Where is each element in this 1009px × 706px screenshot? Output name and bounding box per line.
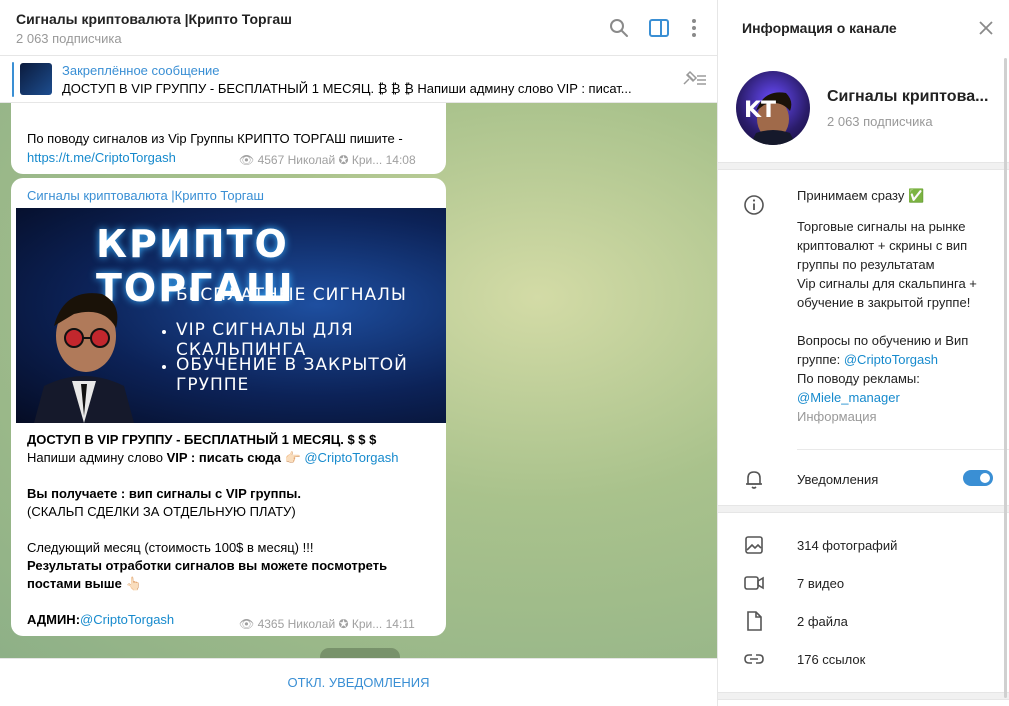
desc-label: Информация [797, 409, 877, 424]
media-photos[interactable]: 314 фотографий [797, 538, 897, 553]
message-meta: 👁 4365 Николай ✪ Кри... 14:11 [239, 617, 415, 631]
desc-link[interactable]: @Miele_manager [797, 388, 997, 407]
pinned-bar [12, 62, 14, 97]
bullet-icon [162, 365, 166, 369]
channel-avatar[interactable]: KT [736, 71, 810, 145]
message-text: По поводу сигналов из Vip Группы КРИПТО … [27, 131, 403, 146]
notifications-label: Уведомления [797, 472, 879, 487]
sidebar-toggle-icon[interactable] [647, 16, 671, 40]
channel-description: Принимаем сразу ✅ Торговые сигналы на ры… [797, 186, 997, 426]
views-icon: 👁 [239, 153, 255, 167]
channel-name: Сигналы криптова... [827, 88, 989, 105]
mute-notifications-button[interactable]: ОТКЛ. УВЕДОМЛЕНИЯ [0, 658, 717, 706]
pinned-label: Закреплённое сообщение [62, 63, 220, 78]
more-menu-icon[interactable] [682, 16, 706, 40]
banner-line: VIP СИГНАЛЫ ДЛЯ СКАЛЬПИНГА [176, 320, 354, 360]
message-time: 14:11 [385, 617, 415, 631]
message-bubble[interactable]: Сигналы криптовалюта |Крипто Торгаш КРИП… [11, 178, 446, 636]
message-line: ДОСТУП В VIP ГРУППУ - БЕСПЛАТНЫЙ 1 МЕСЯЦ… [27, 432, 377, 447]
media-videos[interactable]: 7 видео [797, 576, 844, 591]
message-line: Напиши админу слово VIP : писать сюда 👉🏻… [27, 450, 399, 465]
message-line: (СКАЛЬП СДЕЛКИ ЗА ОТДЕЛЬНУЮ ПЛАТУ) [27, 504, 296, 519]
pinned-thumbnail [20, 63, 52, 95]
admin-link[interactable]: @CriptoTorgash [80, 612, 174, 627]
desc-line: По поводу рекламы: [797, 371, 920, 386]
message-author: Николай ✪ Кри... [287, 153, 383, 167]
message-line: Следующий месяц (стоимость 100$ в месяц)… [27, 540, 314, 555]
desc-line: Vip сигналы для скальпинга + обучение в … [797, 276, 977, 310]
desc-link[interactable]: @CriptoTorgash [844, 352, 938, 367]
channel-author[interactable]: Сигналы криптовалюта |Крипто Торгаш [27, 188, 264, 203]
message-line: Вы получаете : вип сигналы с VIP группы. [27, 486, 302, 501]
message-link[interactable]: https://t.me/CriptoTorgash [27, 150, 176, 165]
media-links[interactable]: 176 ссылок [797, 652, 865, 667]
message-time: 14:08 [385, 153, 416, 167]
message-line: Результаты отработки сигналов вы можете … [27, 558, 388, 591]
message-bubble[interactable]: По поводу сигналов из Vip Группы КРИПТО … [11, 103, 446, 174]
view-count: 4365 [257, 617, 285, 631]
banner-line: БЕСПЛАТНЫЕ СИГНАЛЫ [176, 285, 407, 305]
date-pill [320, 648, 400, 658]
media-files[interactable]: 2 файла [797, 614, 848, 629]
promo-banner-image[interactable]: КРИПТО ТОРГАШ БЕСПЛАТНЫЕ СИГНАЛЫ VIP СИГ… [16, 208, 446, 423]
chat-header[interactable]: Сигналы криптовалюта |Крипто Торгаш 2 06… [0, 0, 717, 56]
info-icon [744, 195, 764, 215]
avatar-illustration: KT [744, 92, 796, 145]
channel-info-panel: Информация о канале KT Сигналы криптова.… [718, 0, 1009, 706]
chat-subscribers: 2 063 подписчика [16, 31, 122, 46]
message-area[interactable]: По поводу сигналов из Vip Группы КРИПТО … [0, 103, 717, 658]
section-separator [718, 692, 1009, 700]
pin-list-icon[interactable] [680, 70, 708, 90]
search-icon[interactable] [607, 16, 631, 40]
pinned-text: ДОСТУП В VIP ГРУППУ - БЕСПЛАТНЫЙ 1 МЕСЯЦ… [62, 81, 632, 96]
bullet-icon [162, 330, 166, 334]
section-separator [718, 505, 1009, 513]
views-icon: 👁 [239, 617, 255, 631]
admin-link[interactable]: @CriptoTorgash [304, 450, 398, 465]
link-icon [744, 654, 764, 664]
photo-icon [745, 536, 763, 554]
info-title: Информация о канале [742, 20, 897, 36]
message-author: Николай ✪ Кри... [287, 617, 383, 631]
bullet-icon [162, 295, 166, 299]
view-count: 4567 [257, 153, 285, 167]
chat-title[interactable]: Сигналы криптовалюта |Крипто Торгаш [16, 11, 292, 27]
divider [797, 449, 1009, 450]
file-icon [747, 611, 762, 631]
chat-panel: Сигналы криптовалюта |Крипто Торгаш 2 06… [0, 0, 717, 706]
bell-icon [746, 471, 762, 489]
close-icon[interactable] [976, 18, 996, 38]
message-meta: 👁 4567 Николай ✪ Кри... 14:08 [239, 153, 416, 167]
info-scrollbar[interactable] [1004, 58, 1007, 698]
message-body: ДОСТУП В VIP ГРУППУ - БЕСПЛАТНЫЙ 1 МЕСЯЦ… [27, 431, 437, 629]
video-icon [744, 576, 764, 590]
desc-line: Вопросы по обучению и Вип группе: @Cript… [797, 333, 969, 367]
channel-subscribers: 2 063 подписчика [827, 114, 933, 129]
character-illustration [34, 293, 134, 423]
avatar-letters: KT [744, 98, 776, 123]
toggle-knob [978, 471, 992, 485]
desc-line: Торговые сигналы на рынке криптовалют + … [797, 219, 968, 272]
section-separator [718, 162, 1009, 170]
desc-line: Принимаем сразу ✅ [797, 188, 925, 203]
notifications-toggle[interactable] [963, 470, 993, 486]
pinned-message[interactable]: Закреплённое сообщение ДОСТУП В VIP ГРУП… [0, 56, 717, 103]
banner-line: ОБУЧЕНИЕ В ЗАКРЫТОЙ ГРУППЕ [176, 355, 408, 395]
